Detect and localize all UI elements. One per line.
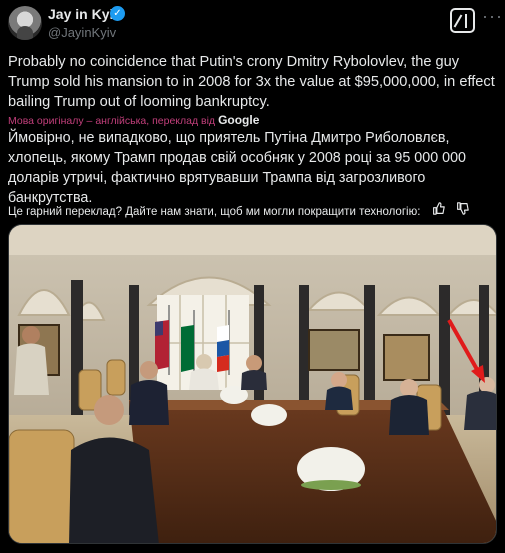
tweet-photo[interactable] (8, 224, 497, 544)
avatar[interactable] (8, 6, 42, 40)
translation-note-label[interactable]: Мова оригіналу – англійська, переклад ві… (8, 115, 215, 127)
translation-feedback: Це гарний переклад? Дайте нам знати, щоб… (8, 202, 469, 218)
thumbs-down-icon[interactable] (456, 202, 469, 218)
feedback-prompt: Це гарний переклад? Дайте нам знати, щоб… (8, 206, 421, 218)
translation-provider: Google (218, 113, 260, 127)
author-handle[interactable]: @JayinKyiv (48, 25, 116, 40)
verified-badge-icon: ✓ (110, 6, 125, 21)
thumbs-up-icon[interactable] (432, 202, 445, 218)
grok-icon[interactable] (450, 8, 475, 33)
translated-text: Ймовірно, не випадково, що приятель Путі… (8, 130, 466, 206)
tweet-header: Jay in Kyiv ✓ @JayinKyiv ··· (0, 0, 505, 48)
more-options-icon[interactable]: ··· (482, 7, 503, 25)
tweet-text: Probably no coincidence that Putin's cro… (8, 54, 495, 110)
translation-note: Мова оригіналу – англійська, переклад ві… (8, 113, 259, 127)
